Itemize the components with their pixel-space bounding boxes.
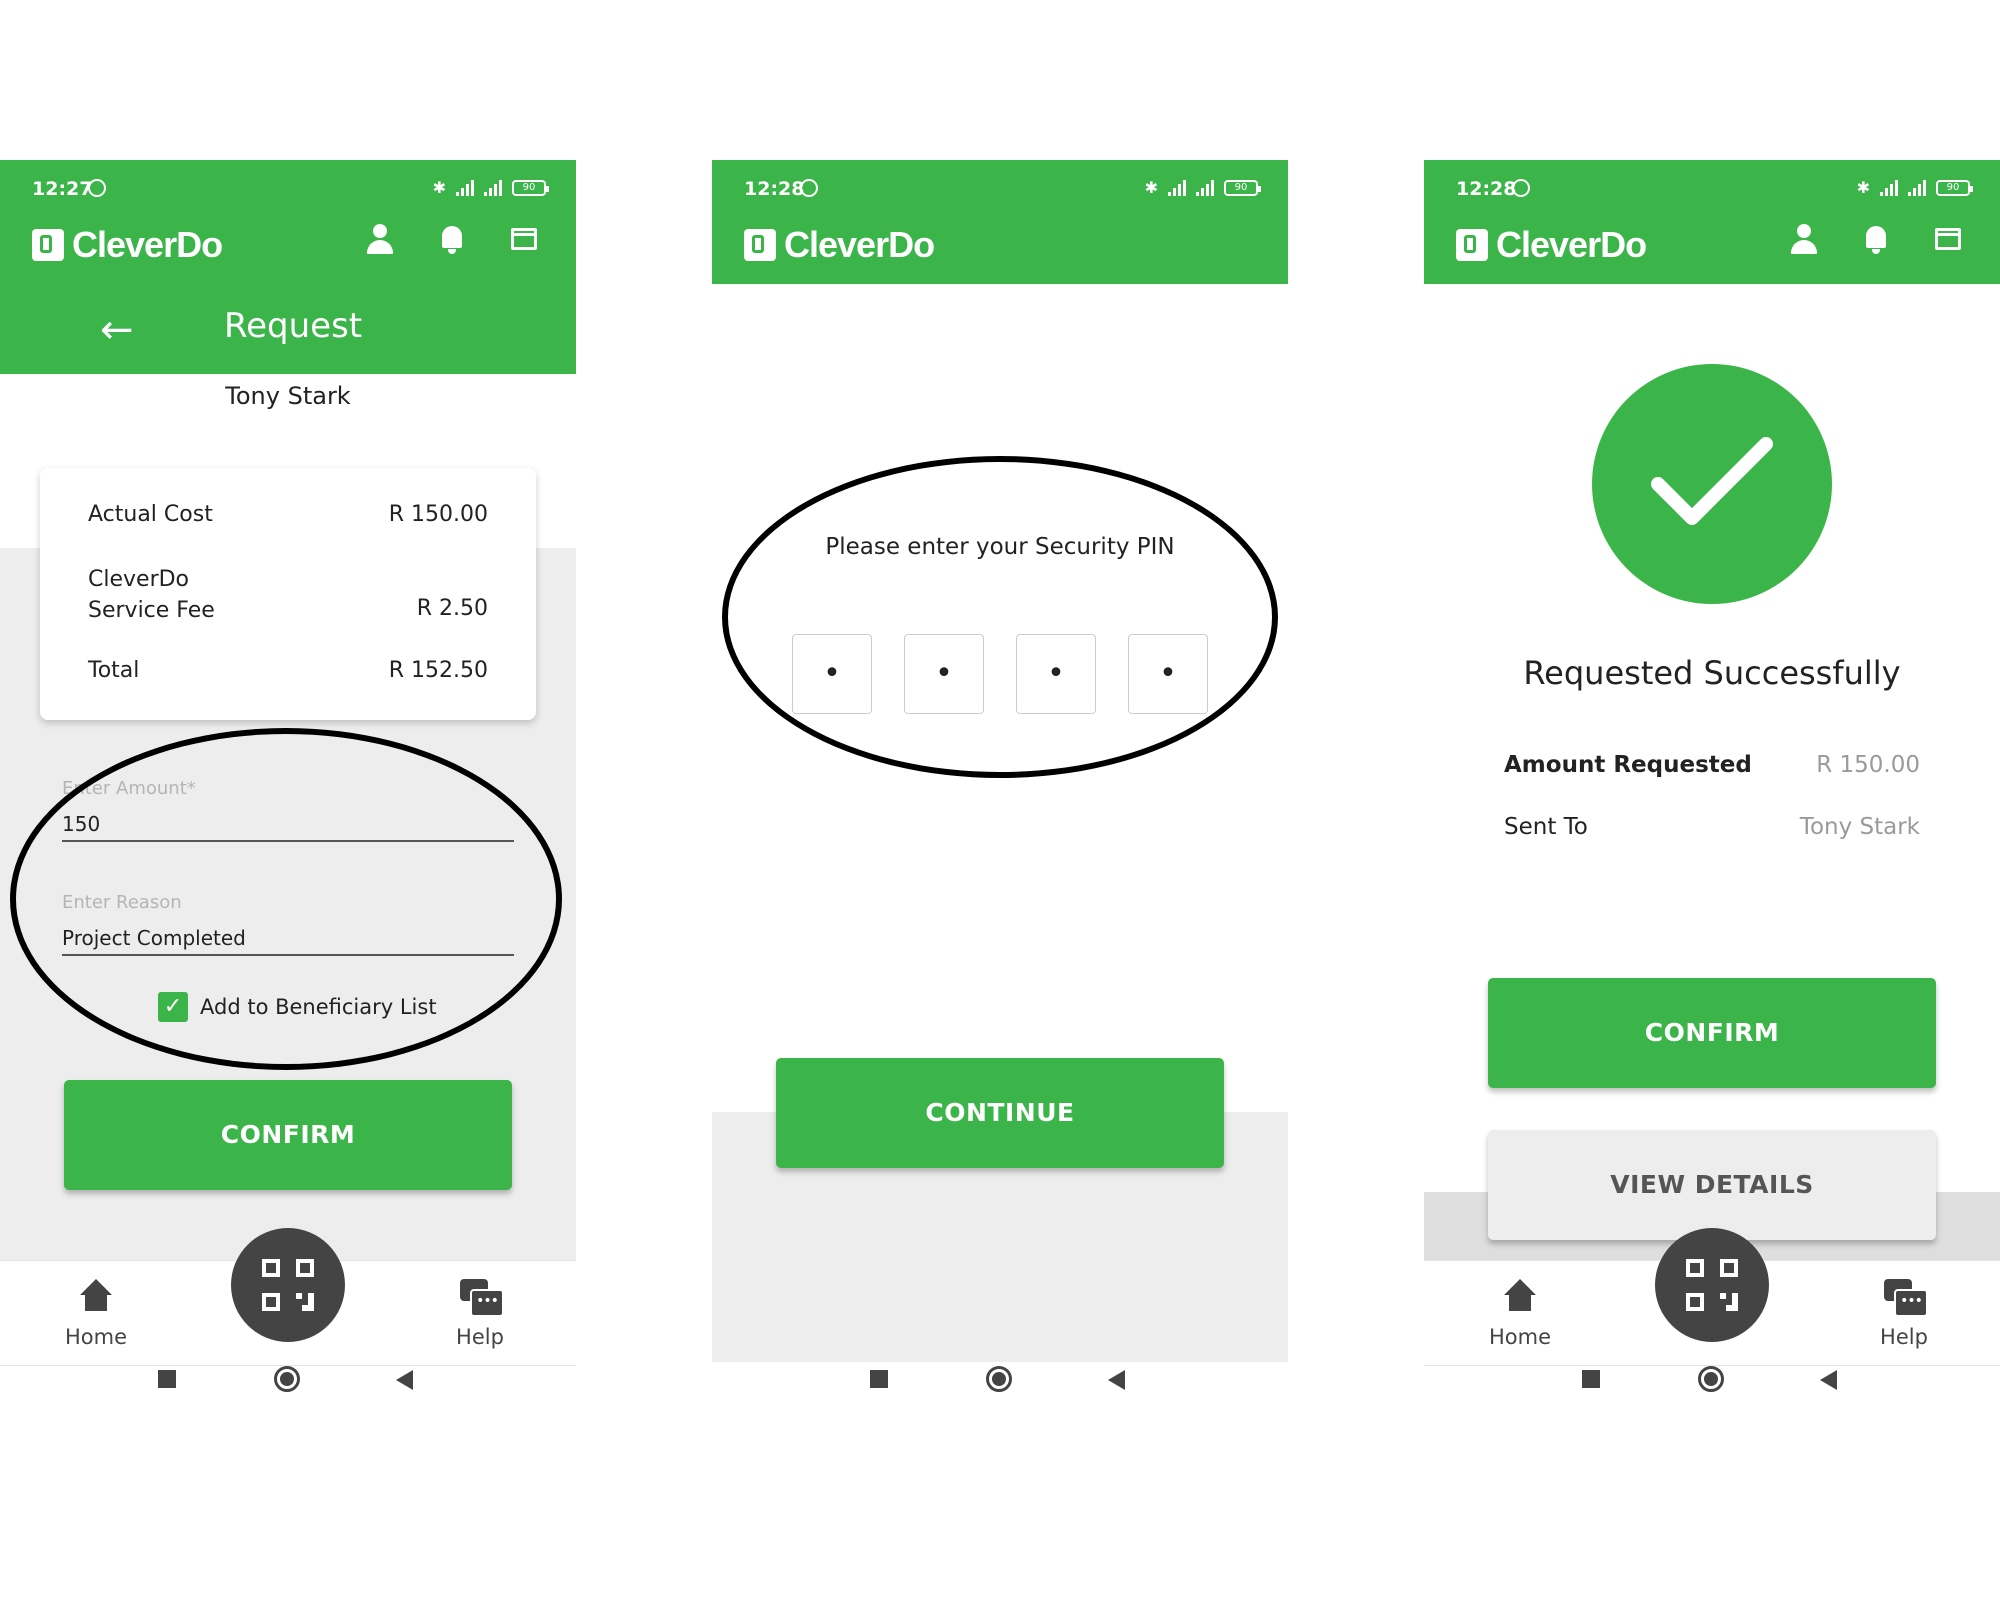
nav-help-label: Help bbox=[1880, 1325, 1928, 1349]
alarm-icon bbox=[88, 179, 106, 197]
detail-label: Sent To bbox=[1504, 814, 1588, 840]
qr-code-icon bbox=[262, 1259, 314, 1311]
alarm-icon bbox=[1512, 179, 1530, 197]
brand-logo: CleverDo bbox=[744, 224, 935, 266]
signal-icon bbox=[456, 179, 474, 196]
app-header: 12:28 ✱ 90 CleverDo bbox=[1424, 160, 2000, 284]
success-title: Requested Successfully bbox=[1523, 654, 1901, 692]
bell-icon[interactable] bbox=[436, 222, 468, 256]
system-nav bbox=[0, 1366, 576, 1410]
brand-name: CleverDo bbox=[1496, 224, 1647, 265]
recents-button[interactable] bbox=[158, 1370, 176, 1388]
status-time: 12:28 bbox=[1456, 178, 1517, 200]
logo-icon bbox=[32, 229, 64, 261]
highlight-ellipse bbox=[10, 728, 562, 1070]
card-icon[interactable] bbox=[508, 222, 540, 256]
person-icon[interactable] bbox=[364, 222, 396, 256]
detail-value: R 150.00 bbox=[1816, 752, 1920, 778]
status-time: 12:27 bbox=[32, 178, 93, 200]
summary-value: R 2.50 bbox=[416, 596, 488, 621]
home-system-button[interactable] bbox=[1698, 1366, 1724, 1392]
home-system-button[interactable] bbox=[274, 1366, 300, 1392]
alarm-icon bbox=[800, 179, 818, 197]
system-nav bbox=[712, 1366, 1288, 1410]
back-system-button[interactable] bbox=[396, 1370, 413, 1390]
qr-code-icon bbox=[1686, 1259, 1738, 1311]
signal-icon bbox=[1168, 179, 1186, 196]
card-icon[interactable] bbox=[1932, 222, 1964, 256]
system-nav bbox=[1424, 1366, 2000, 1410]
confirm-button[interactable]: CONFIRM bbox=[1488, 978, 1936, 1088]
detail-label: Amount Requested bbox=[1504, 752, 1752, 778]
highlight-ellipse bbox=[722, 456, 1278, 778]
battery-icon: 90 bbox=[1936, 179, 1973, 196]
view-details-button[interactable]: VIEW DETAILS bbox=[1488, 1130, 1936, 1240]
home-icon bbox=[1500, 1279, 1540, 1315]
back-system-button[interactable] bbox=[1108, 1370, 1125, 1390]
bluetooth-icon: ✱ bbox=[432, 178, 446, 197]
nav-home[interactable]: Home bbox=[36, 1279, 156, 1349]
bluetooth-icon: ✱ bbox=[1144, 178, 1158, 197]
summary-label: Total bbox=[88, 658, 140, 683]
status-time: 12:28 bbox=[744, 178, 805, 200]
continue-button[interactable]: CONTINUE bbox=[776, 1058, 1224, 1168]
success-circle bbox=[1592, 364, 1832, 604]
status-bar: 12:28 ✱ 90 bbox=[1456, 178, 1973, 208]
qr-scan-button[interactable] bbox=[1655, 1228, 1769, 1342]
confirm-button[interactable]: CONFIRM bbox=[64, 1080, 512, 1190]
home-system-button[interactable] bbox=[986, 1366, 1012, 1392]
help-chat-icon bbox=[460, 1279, 504, 1317]
cost-summary-card: Actual Cost R 150.00 CleverDo Service Fe… bbox=[40, 468, 536, 720]
home-icon bbox=[76, 1279, 116, 1315]
recents-button[interactable] bbox=[1582, 1370, 1600, 1388]
app-header: 12:28 ✱ 90 CleverDo bbox=[712, 160, 1288, 284]
back-arrow-icon[interactable]: ← bbox=[100, 310, 134, 350]
screen-request: 12:27 ✱ 90 CleverDo ← Request Tony Stark… bbox=[0, 160, 576, 1410]
nav-home-label: Home bbox=[1488, 1325, 1551, 1349]
logo-icon bbox=[1456, 229, 1488, 261]
bell-icon[interactable] bbox=[1860, 222, 1892, 256]
help-chat-icon bbox=[1884, 1279, 1928, 1317]
nav-home[interactable]: Home bbox=[1460, 1279, 1580, 1349]
battery-icon: 90 bbox=[1224, 179, 1261, 196]
signal-icon bbox=[1908, 179, 1926, 196]
signal-icon bbox=[1880, 179, 1898, 196]
detail-value: Tony Stark bbox=[1799, 814, 1920, 840]
recipient-name: Tony Stark bbox=[225, 382, 351, 410]
page-title: Request bbox=[224, 306, 363, 346]
signal-icon bbox=[1196, 179, 1214, 196]
nav-help-label: Help bbox=[456, 1325, 504, 1349]
brand-logo: CleverDo bbox=[1456, 224, 1647, 266]
nav-help[interactable]: Help bbox=[1844, 1279, 1964, 1349]
signal-icon bbox=[484, 179, 502, 196]
logo-icon bbox=[744, 229, 776, 261]
screen-pin: 12:28 ✱ 90 CleverDo Please enter your Se… bbox=[712, 160, 1288, 1410]
summary-value: R 152.50 bbox=[388, 658, 488, 683]
person-icon[interactable] bbox=[1788, 222, 1820, 256]
app-header: 12:27 ✱ 90 CleverDo ← Request bbox=[0, 160, 576, 374]
nav-help[interactable]: Help bbox=[420, 1279, 540, 1349]
brand-logo: CleverDo bbox=[32, 224, 223, 266]
summary-value: R 150.00 bbox=[388, 502, 488, 527]
check-icon bbox=[1651, 437, 1773, 525]
bluetooth-icon: ✱ bbox=[1856, 178, 1870, 197]
recents-button[interactable] bbox=[870, 1370, 888, 1388]
screen-success: 12:28 ✱ 90 CleverDo Requested Successful… bbox=[1424, 160, 2000, 1410]
summary-label: Actual Cost bbox=[88, 502, 213, 527]
battery-icon: 90 bbox=[512, 179, 549, 196]
nav-home-label: Home bbox=[64, 1325, 127, 1349]
status-bar: 12:27 ✱ 90 bbox=[32, 178, 549, 208]
brand-name: CleverDo bbox=[72, 224, 223, 265]
status-bar: 12:28 ✱ 90 bbox=[744, 178, 1261, 208]
summary-label: CleverDo Service Fee bbox=[88, 567, 215, 623]
brand-name: CleverDo bbox=[784, 224, 935, 265]
back-system-button[interactable] bbox=[1820, 1370, 1837, 1390]
qr-scan-button[interactable] bbox=[231, 1228, 345, 1342]
